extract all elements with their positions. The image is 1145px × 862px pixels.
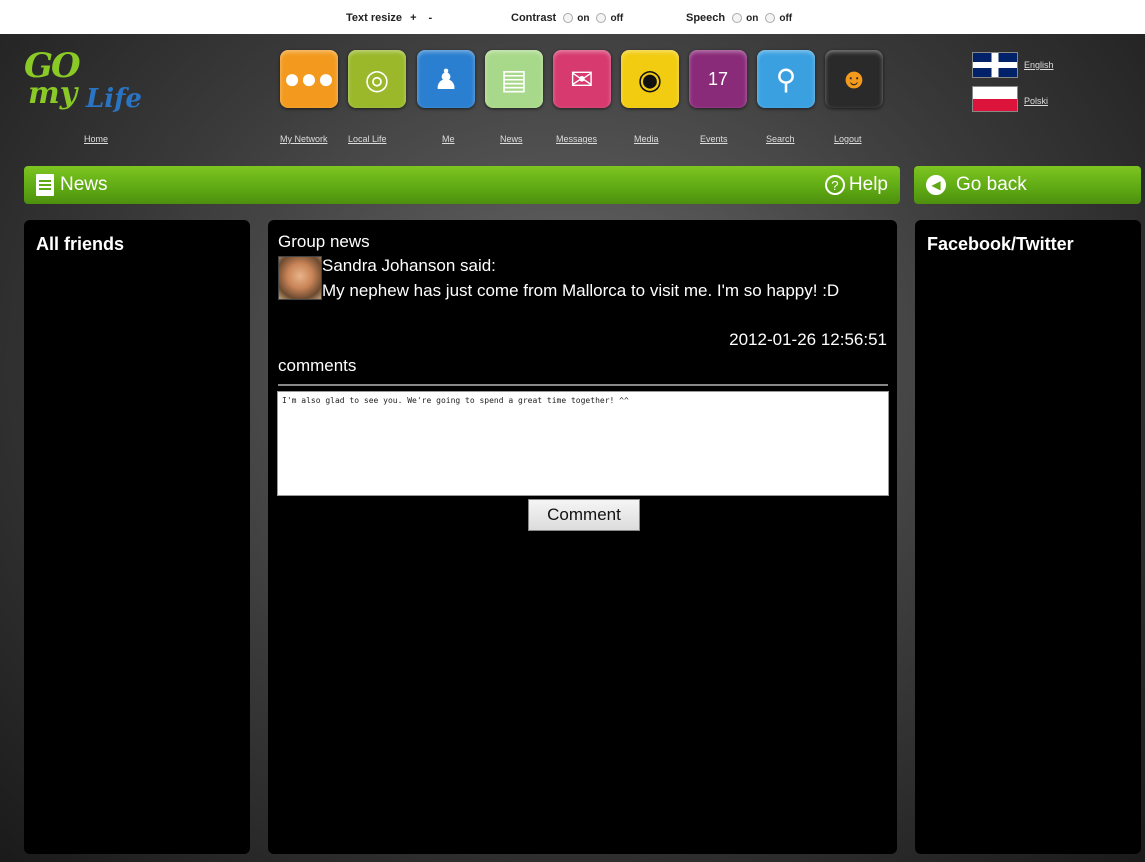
header: GO my Life Home ●●● ◎ ♟ ▤ ✉ ◉ 17 ⚲ ☻ My … (0, 34, 1145, 160)
nav-label-my-network[interactable]: My Network (280, 134, 328, 144)
help-label: Help (848, 174, 888, 195)
contrast-off-radio[interactable] (596, 13, 607, 23)
main-frame: GO my Life Home ●●● ◎ ♟ ▤ ✉ ◉ 17 ⚲ ☻ My … (0, 34, 1145, 862)
envelope-icon: ✉ (570, 63, 594, 95)
calendar-icon: 17 (707, 68, 729, 89)
text-increase-button[interactable]: + (406, 12, 420, 24)
logout-icon: ☻ (839, 63, 869, 94)
social-panel-title: Facebook/Twitter (927, 234, 1074, 254)
social-panel: Facebook/Twitter (915, 220, 1141, 854)
gomylife-logo[interactable]: GO my Life (24, 46, 174, 122)
post-author: Sandra Johanson said: (322, 256, 496, 275)
post-timestamp: 2012-01-26 12:56:51 (729, 330, 887, 349)
nav-label-search[interactable]: Search (766, 134, 795, 144)
logo-life-text: Life (86, 84, 142, 114)
comment-button[interactable]: Comment (528, 499, 640, 531)
speech-off-radio[interactable] (765, 13, 776, 23)
comment-input[interactable]: I'm also glad to see you. We're going to… (277, 391, 889, 496)
news-icon: ▤ (500, 63, 528, 95)
nav-label-local-life[interactable]: Local Life (348, 134, 387, 144)
friends-panel-title: All friends (36, 234, 125, 254)
logo-my-text: my (28, 76, 78, 111)
speech-off-label: off (779, 12, 793, 24)
local-life-icon: ◎ (364, 63, 390, 95)
contrast-label: Contrast (511, 12, 557, 24)
nav-label-logout[interactable]: Logout (834, 134, 862, 144)
text-decrease-button[interactable]: - (425, 12, 437, 24)
news-title-bar: News ? Help (24, 166, 900, 204)
network-icon: ●●● (283, 63, 335, 94)
home-link[interactable]: Home (84, 134, 108, 144)
nav-label-news[interactable]: News (500, 134, 523, 144)
language-polish-link[interactable]: Polski (1024, 96, 1048, 106)
speech-control: Speech on off (686, 12, 792, 24)
me-button[interactable]: ♟ (417, 50, 475, 108)
media-button[interactable]: ◉ (621, 50, 679, 108)
camera-icon: ◉ (637, 63, 663, 95)
accessibility-bar: Text resize + - Contrast on off Speech o… (0, 0, 1145, 34)
contrast-on-label: on (577, 12, 590, 24)
text-resize-control: Text resize + - (346, 12, 436, 24)
help-button[interactable]: ? Help (824, 166, 888, 204)
post-text: My nephew has just come from Mallorca to… (322, 281, 840, 300)
page-title: News (60, 174, 108, 195)
help-icon: ? (824, 175, 845, 195)
nav-label-media[interactable]: Media (634, 134, 659, 144)
uk-flag-icon[interactable] (972, 52, 1018, 78)
contrast-control: Contrast on off (511, 12, 623, 24)
nav-label-events[interactable]: Events (700, 134, 728, 144)
comments-label: comments (278, 356, 357, 375)
go-back-button[interactable]: ◀ Go back (914, 166, 1141, 204)
go-back-label: Go back (956, 174, 1027, 195)
local-life-button[interactable]: ◎ (348, 50, 406, 108)
text-resize-label: Text resize (346, 12, 403, 24)
speech-on-radio[interactable] (732, 13, 743, 23)
friends-panel: All friends (24, 220, 250, 854)
user-icon: ♟ (433, 63, 459, 95)
speech-on-label: on (746, 12, 759, 24)
logout-button[interactable]: ☻ (825, 50, 883, 108)
document-icon (36, 174, 54, 196)
search-button[interactable]: ⚲ (757, 50, 815, 108)
nav-label-me[interactable]: Me (442, 134, 455, 144)
news-panel: Group news Sandra Johanson said: My neph… (268, 220, 897, 854)
my-network-button[interactable]: ●●● (280, 50, 338, 108)
speech-label: Speech (686, 12, 726, 24)
divider (278, 384, 888, 386)
messages-button[interactable]: ✉ (553, 50, 611, 108)
poland-flag-icon[interactable] (972, 86, 1018, 112)
language-english-link[interactable]: English (1024, 60, 1054, 70)
contrast-off-label: off (610, 12, 624, 24)
news-button[interactable]: ▤ (485, 50, 543, 108)
search-icon: ⚲ (775, 63, 797, 95)
nav-label-messages[interactable]: Messages (556, 134, 597, 144)
events-button[interactable]: 17 (689, 50, 747, 108)
contrast-on-radio[interactable] (563, 13, 574, 23)
avatar (278, 256, 322, 300)
group-news-heading: Group news (278, 232, 370, 251)
back-arrow-icon: ◀ (926, 175, 946, 195)
